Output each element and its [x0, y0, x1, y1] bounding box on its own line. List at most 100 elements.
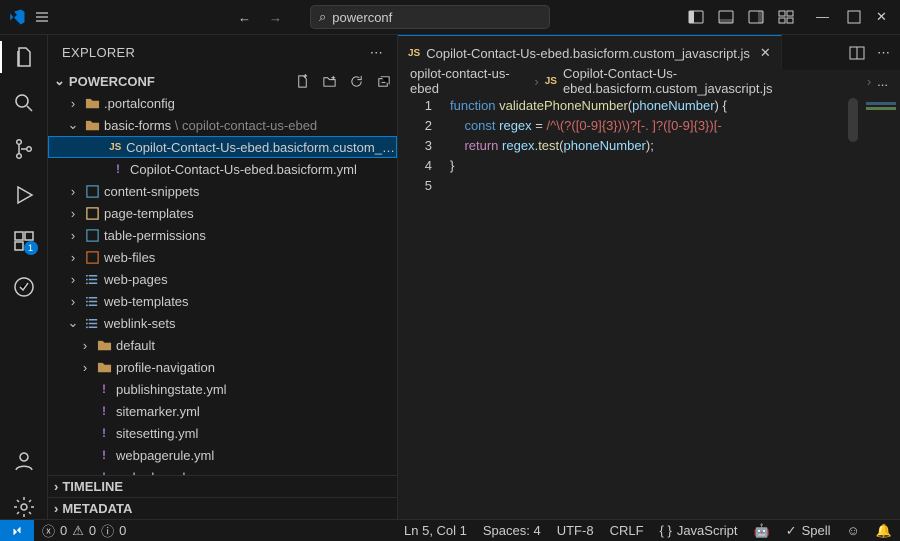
chevron-right-icon: ›: [66, 272, 80, 287]
tree-folder[interactable]: ›page-templates: [48, 202, 397, 224]
warning-icon: ⚠: [72, 523, 84, 539]
chevron-right-icon: ›: [66, 228, 80, 243]
activity-explorer-icon[interactable]: [12, 45, 36, 69]
root-name: POWERCONF: [69, 74, 155, 89]
template-icon: [84, 206, 100, 221]
search-icon: ⌕: [319, 9, 326, 25]
tree-file[interactable]: !publishingstate.yml: [48, 378, 397, 400]
tree-label: weblink-sets: [104, 316, 176, 331]
explorer-more-icon[interactable]: ⋯: [370, 45, 383, 61]
tab-close-icon[interactable]: ✕: [760, 45, 771, 61]
tree-folder[interactable]: ›web-files: [48, 246, 397, 268]
tree-folder[interactable]: ›profile-navigation: [48, 356, 397, 378]
snippet-icon: [84, 184, 100, 199]
tree-label: web-templates: [104, 294, 189, 309]
folder-root-header[interactable]: ⌄ POWERCONF: [48, 70, 397, 92]
tree-folder[interactable]: ›default: [48, 334, 397, 356]
remote-indicator[interactable]: [0, 520, 34, 541]
tab-active[interactable]: JS Copilot-Contact-Us-ebed.basicform.cus…: [398, 35, 782, 70]
minimap[interactable]: [860, 96, 900, 519]
nav-back-icon[interactable]: ←: [238, 10, 251, 25]
tree-label: .portalconfig: [104, 96, 175, 111]
activity-search-icon[interactable]: [12, 91, 36, 115]
nav-forward-icon[interactable]: →: [269, 10, 282, 25]
copilot-icon: 🤖: [754, 523, 770, 539]
tree-folder[interactable]: ›content-snippets: [48, 180, 397, 202]
tree-file[interactable]: !sitemarker.yml: [48, 400, 397, 422]
sidebar: EXPLORER ⋯ ⌄ POWERCONF ›.portalconfig⌄ba…: [48, 35, 398, 519]
layout-right-icon[interactable]: [748, 9, 764, 25]
tree-label: basic-forms \ copilot-contact-us-ebed: [104, 118, 317, 133]
scrollbar-thumb[interactable]: [848, 98, 858, 142]
tree-folder[interactable]: ⌄basic-forms \ copilot-contact-us-ebed: [48, 114, 397, 136]
layout-bottom-icon[interactable]: [718, 9, 734, 25]
collapse-all-icon[interactable]: [376, 74, 391, 89]
tree-folder[interactable]: › table-permissions: [48, 224, 397, 246]
tree-label: table-permissions: [104, 228, 206, 243]
tree-label: content-snippets: [104, 184, 199, 199]
editor-group: JS Copilot-Contact-Us-ebed.basicform.cus…: [398, 35, 900, 519]
status-encoding[interactable]: UTF-8: [549, 523, 602, 539]
tree-file[interactable]: JSCopilot-Contact-Us-ebed.basicform.cust…: [48, 136, 397, 158]
tree-file[interactable]: ! sitesetting.yml: [48, 422, 397, 444]
hamburger-menu-icon[interactable]: [34, 9, 50, 25]
refresh-icon[interactable]: [349, 74, 364, 89]
vscode-logo-icon: [8, 8, 26, 26]
breadcrumb-more[interactable]: ...: [877, 74, 888, 89]
yml-icon: !: [96, 426, 112, 440]
nav-arrows: ← →: [238, 10, 282, 25]
new-file-icon[interactable]: [295, 74, 310, 89]
tree-folder[interactable]: ›web-pages: [48, 268, 397, 290]
section-timeline[interactable]: ›TIMELINE: [48, 475, 397, 497]
activity-sourcecontrol-icon[interactable]: [12, 137, 36, 161]
explorer-title: EXPLORER: [62, 45, 135, 60]
customize-layout-icon[interactable]: [778, 9, 794, 25]
js-file-icon: JS: [545, 76, 557, 87]
file-tree: ›.portalconfig⌄basic-forms \ copilot-con…: [48, 92, 397, 475]
activity-run-icon[interactable]: [12, 183, 36, 207]
breadcrumbs[interactable]: opilot-contact-us-ebed › JS Copilot-Cont…: [398, 70, 900, 92]
tree-label: webpagerule.yml: [116, 448, 214, 463]
search-text: powerconf: [332, 10, 392, 25]
window-maximize-icon[interactable]: [846, 9, 862, 25]
chevron-right-icon: ›: [534, 74, 538, 89]
tree-label: Copilot-Contact-Us-ebed.basicform.yml: [130, 162, 357, 177]
tree-folder[interactable]: ⌄ weblink-sets: [48, 312, 397, 334]
status-eol[interactable]: CRLF: [602, 523, 652, 539]
status-feedback[interactable]: ☺: [839, 523, 868, 539]
bell-icon: 🔔: [876, 523, 892, 539]
code-lines[interactable]: function validatePhoneNumber(phoneNumber…: [450, 96, 860, 519]
tree-file[interactable]: !webpagerule.yml: [48, 444, 397, 466]
status-copilot[interactable]: 🤖: [746, 523, 778, 539]
split-editor-icon[interactable]: [849, 45, 865, 61]
tree-file[interactable]: !Copilot-Contact-Us-ebed.basicform.yml: [48, 158, 397, 180]
layout-primary-icon[interactable]: [688, 9, 704, 25]
chevron-right-icon: ›: [78, 360, 92, 375]
new-folder-icon[interactable]: [322, 74, 337, 89]
activity-power-icon[interactable]: [12, 275, 36, 299]
tree-file[interactable]: !webrole.yml: [48, 466, 397, 475]
status-problems[interactable]: ⓧ0 ⚠0 ⓘ0: [34, 521, 134, 540]
chevron-down-icon: ⌄: [66, 315, 80, 331]
editor-more-icon[interactable]: ⋯: [877, 45, 890, 61]
code-editor[interactable]: 12345 function validatePhoneNumber(phone…: [398, 92, 900, 519]
section-metadata[interactable]: ›METADATA: [48, 497, 397, 519]
status-cursor[interactable]: Ln 5, Col 1: [396, 523, 475, 539]
status-spell[interactable]: ✓Spell: [778, 523, 839, 539]
error-icon: ⓧ: [42, 521, 55, 540]
tree-folder[interactable]: ›web-templates: [48, 290, 397, 312]
activity-account-icon[interactable]: [12, 449, 36, 473]
window-close-icon[interactable]: ✕: [876, 9, 892, 25]
tree-folder[interactable]: ›.portalconfig: [48, 92, 397, 114]
activity-extensions-icon[interactable]: 1: [12, 229, 36, 253]
command-center[interactable]: ⌕ powerconf: [310, 5, 550, 29]
tree-label: web-files: [104, 250, 155, 265]
tree-label: sitesetting.yml: [116, 426, 198, 441]
status-spaces[interactable]: Spaces: 4: [475, 523, 549, 539]
braces-icon: { }: [660, 523, 672, 538]
status-language[interactable]: { }JavaScript: [652, 523, 746, 539]
tree-label: sitemarker.yml: [116, 404, 200, 419]
window-minimize-icon[interactable]: —: [816, 9, 832, 25]
activity-settings-icon[interactable]: [12, 495, 36, 519]
status-bell[interactable]: 🔔: [868, 523, 900, 539]
